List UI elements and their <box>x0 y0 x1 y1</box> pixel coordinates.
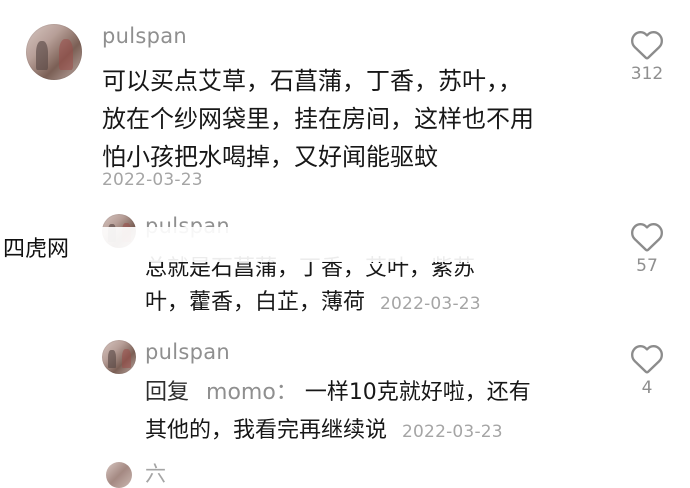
comment-card-3: pulspan 回复 momo： 一样10克就好啦，还有 其他的，我看完再继续说… <box>0 330 690 460</box>
watermark-text: 四虎网 <box>3 237 70 262</box>
reply-line: 回复 momo： 一样10克就好啦，还有 <box>145 374 531 412</box>
comment-line-text: 一样10克就好啦，还有 <box>304 380 531 405</box>
avatar[interactable] <box>26 24 82 80</box>
comment-text: 可以买点艾草，石菖蒲，丁香，苏叶，， 放在个纱网袋里，挂在房间，这样也不用 怕小… <box>102 62 534 176</box>
heart-outline-icon[interactable] <box>630 30 664 60</box>
heart-outline-icon[interactable] <box>630 344 664 374</box>
comment-date: 2022-03-23 <box>402 422 503 442</box>
like-count: 57 <box>636 256 658 276</box>
comment-line: 其他的，我看完再继续说 2022-03-23 <box>145 412 531 451</box>
username[interactable]: pulspan <box>145 340 230 364</box>
username[interactable]: pulspan <box>102 24 187 48</box>
next-comment-username-preview[interactable]: 六 <box>145 458 166 488</box>
comment-line-text: 其他的，我看完再继续说 <box>145 418 388 443</box>
avatar[interactable] <box>102 340 136 374</box>
comment-line: 叶，藿香，白芷，薄荷 2022-03-23 <box>145 286 481 321</box>
comment-line: 可以买点艾草，石菖蒲，丁香，苏叶，， <box>102 67 522 95</box>
comment-card-2: pulspan 总就是石菖蒲，丁香，艾叶，紫苏 叶，藿香，白芷，薄荷 2022-… <box>0 200 690 325</box>
reply-prefix: 回复 <box>145 380 190 405</box>
comment-text: 回复 momo： 一样10克就好啦，还有 其他的，我看完再继续说 2022-03… <box>145 374 531 451</box>
like-count: 312 <box>630 64 664 84</box>
like-count: 4 <box>641 378 653 398</box>
like-control[interactable]: 57 <box>624 222 670 276</box>
like-control[interactable]: 4 <box>624 344 670 398</box>
next-comment-avatar[interactable] <box>106 462 132 488</box>
comment-line-text: 叶，藿香，白芷，薄荷 <box>145 290 366 315</box>
comment-card-1: pulspan 可以买点艾草，石菖蒲，丁香，苏叶，， 放在个纱网袋里，挂在房间，… <box>0 0 690 200</box>
comment-text: 总就是石菖蒲，丁香，艾叶，紫苏 叶，藿香，白芷，薄荷 2022-03-23 <box>145 252 481 321</box>
reply-mention[interactable]: momo： <box>206 380 298 405</box>
comment-line: 放在个纱网袋里，挂在房间，这样也不用 <box>102 105 534 133</box>
like-control[interactable]: 312 <box>624 30 670 84</box>
watermark-overlay: 四虎网 <box>0 227 606 262</box>
comment-date: 2022-03-23 <box>102 170 203 190</box>
comment-date: 2022-03-23 <box>380 294 481 314</box>
heart-outline-icon[interactable] <box>630 222 664 252</box>
